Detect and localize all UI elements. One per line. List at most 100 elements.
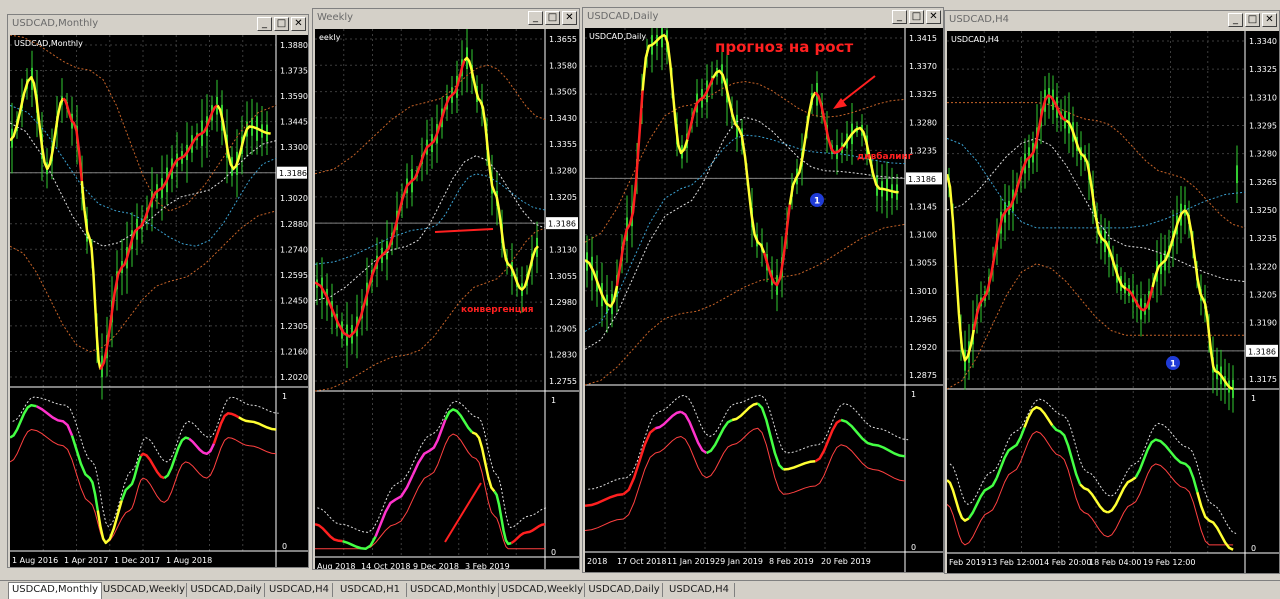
price-tick-label: 1.3145	[909, 203, 937, 212]
osc-main-line	[238, 416, 277, 431]
osc-tick-label: 1	[551, 396, 556, 405]
price-tick-label: 1.3580	[549, 61, 577, 70]
window-title-bar[interactable]: USDCAD,Monthly _ □ ✕	[8, 15, 308, 33]
price-tick-label: 1.3370	[909, 62, 937, 71]
date-tick-label: 1 Aug 2018	[166, 556, 212, 565]
chart-window-weekly[interactable]: Weekly _ □ ✕ 1.3655 1.3580 1.3505 1.3430 1.335…	[312, 8, 580, 570]
price-tick-label: 1.3130	[549, 245, 577, 254]
minimize-icon[interactable]: _	[892, 10, 907, 24]
price-tick-label: 1.2160	[280, 347, 308, 356]
window-title-bar[interactable]: Weekly _ □ ✕	[313, 9, 579, 27]
tab-usdcad-monthly-2[interactable]: USDCAD,Monthly	[408, 583, 499, 597]
chart-window-monthly[interactable]: USDCAD,Monthly _ □ ✕ 1.3880 1.3735 1.3590 1.3…	[7, 14, 309, 568]
tab-usdcad-h4-2[interactable]: USDCAD,H4	[664, 583, 735, 597]
price-tick-label: 1.3415	[909, 34, 937, 43]
price-tick-label: 1.3020	[280, 194, 308, 203]
trend-ma-line	[62, 97, 84, 182]
price-tick-label: 1.3280	[1249, 150, 1277, 159]
maximize-icon[interactable]: □	[1245, 13, 1260, 27]
osc-main-line	[967, 477, 998, 520]
convergence-osc-line	[444, 482, 482, 543]
date-tick-label: 1 Aug 2016	[12, 556, 58, 565]
chart-area[interactable]: 1.3415 1.3370 1.3325 1.3280 1.3235 1.3186 1.31…	[585, 28, 943, 572]
osc-main-line	[315, 522, 343, 543]
osc-main-line	[1164, 444, 1199, 493]
price-tick-label: 1.2830	[549, 351, 577, 360]
close-icon[interactable]: ✕	[926, 10, 941, 24]
chart-area[interactable]: 1.3880 1.3735 1.3590 1.3445 1.3300 1.3186 1.30…	[10, 35, 308, 567]
window-title-bar[interactable]: USDCAD,H4 _ □ ✕	[945, 11, 1279, 29]
date-tick-label: 20 Feb 2019	[821, 557, 871, 566]
price-tick-label: 1.3055	[909, 259, 937, 268]
price-tick-label: 1.2920	[909, 343, 937, 352]
price-tick-label: 1.3590	[280, 92, 308, 101]
window-title-bar[interactable]: USDCAD,Daily _ □ ✕	[583, 8, 943, 26]
price-tick-label: 1.3355	[549, 140, 577, 149]
convergence-price-line	[434, 228, 494, 233]
maximize-icon[interactable]: □	[909, 10, 924, 24]
minimize-icon[interactable]: _	[1228, 13, 1243, 27]
osc-main-line	[680, 410, 708, 455]
date-tick-label: 17 Oct 2018	[617, 557, 666, 566]
chart-area[interactable]: 1.3655 1.3580 1.3505 1.3430 1.3355 1.3280 1.32…	[315, 29, 579, 569]
date-tick-label: 9 Dec 2018	[413, 562, 459, 569]
price-tick-label: 1.3735	[280, 67, 308, 76]
date-tick-label: 14 Oct 2018	[361, 562, 410, 569]
close-icon[interactable]: ✕	[1262, 13, 1277, 27]
divergence-annotation: дивбалинг	[857, 151, 913, 162]
chart-window-daily[interactable]: USDCAD,Daily _ □ ✕ 1.3415 1.3370 1.3325 1.328…	[582, 7, 944, 573]
price-tick-label: 1.3220	[1249, 262, 1277, 271]
osc-tick-label: 1	[911, 390, 916, 399]
price-tick-label: 1.3205	[549, 193, 577, 202]
price-tick-label: 1.3325	[909, 90, 937, 99]
trend-ma-line	[686, 77, 715, 140]
date-tick-label: 3 Feb 2019	[465, 562, 510, 569]
price-tick-label: 1.3175	[1249, 375, 1277, 384]
trend-ma-line	[128, 188, 160, 249]
trend-ma-line	[189, 104, 219, 147]
osc-tick-label: 1	[282, 392, 287, 401]
chart-window-h4[interactable]: USDCAD,H4 _ □ ✕ 1.3340 1.3325 1.3310 1.3295 1.…	[944, 10, 1280, 574]
osc-dashed-line	[949, 398, 1237, 535]
osc-dashed-line	[317, 400, 548, 533]
osc-main-line	[35, 405, 74, 437]
osc-tick-label: 0	[551, 548, 556, 557]
osc-main-line	[947, 479, 970, 522]
price-tick-label: 1.3100	[909, 231, 937, 240]
minimize-icon[interactable]: _	[257, 17, 272, 31]
tab-usdcad-weekly[interactable]: USDCAD,Weekly	[102, 583, 187, 597]
osc-main-line	[163, 436, 190, 480]
tab-usdcad-weekly-2[interactable]: USDCAD,Weekly	[500, 583, 585, 597]
maximize-icon[interactable]: □	[545, 11, 560, 25]
price-tick-label: 1.3880	[280, 41, 308, 50]
current-price-label: 1.3186	[279, 169, 307, 178]
price-tick-label: 1.3445	[280, 118, 308, 127]
osc-main-line	[1023, 405, 1054, 428]
date-tick-label: 18 Feb 04:00	[1089, 558, 1141, 567]
close-icon[interactable]: ✕	[291, 17, 306, 31]
price-tick-label: 1.3325	[1249, 65, 1277, 74]
osc-main-line	[655, 410, 682, 430]
tab-usdcad-monthly[interactable]: USDCAD,Monthly	[8, 582, 102, 599]
osc-main-line	[342, 535, 377, 551]
osc-main-line	[783, 460, 816, 471]
price-tick-label: 1.3055	[549, 272, 577, 281]
tab-usdcad-h4[interactable]: USDCAD,H4	[266, 583, 333, 597]
chart-area[interactable]: 1.3340 1.3325 1.3310 1.3295 1.3280 1.3265 1.32…	[947, 31, 1279, 573]
maximize-icon[interactable]: □	[274, 17, 289, 31]
close-icon[interactable]: ✕	[562, 11, 577, 25]
tab-usdcad-h1[interactable]: USDCAD,H1	[334, 583, 407, 597]
trend-ma-line	[495, 196, 514, 272]
window-title: USDCAD,H4	[949, 14, 1009, 25]
price-tick-label: 1.2980	[549, 298, 577, 307]
osc-main-line	[493, 490, 512, 546]
tab-usdcad-daily[interactable]: USDCAD,Daily	[188, 583, 265, 597]
trend-ma-line	[158, 145, 192, 191]
window-title: Weekly	[317, 12, 354, 23]
osc-main-line	[1079, 483, 1109, 514]
tab-usdcad-daily-2[interactable]: USDCAD,Daily	[586, 583, 663, 597]
price-tick-label: 1.3190	[1249, 319, 1277, 328]
price-tick-label: 1.2020	[280, 373, 308, 382]
window-title: USDCAD,Daily	[587, 11, 659, 22]
minimize-icon[interactable]: _	[528, 11, 543, 25]
